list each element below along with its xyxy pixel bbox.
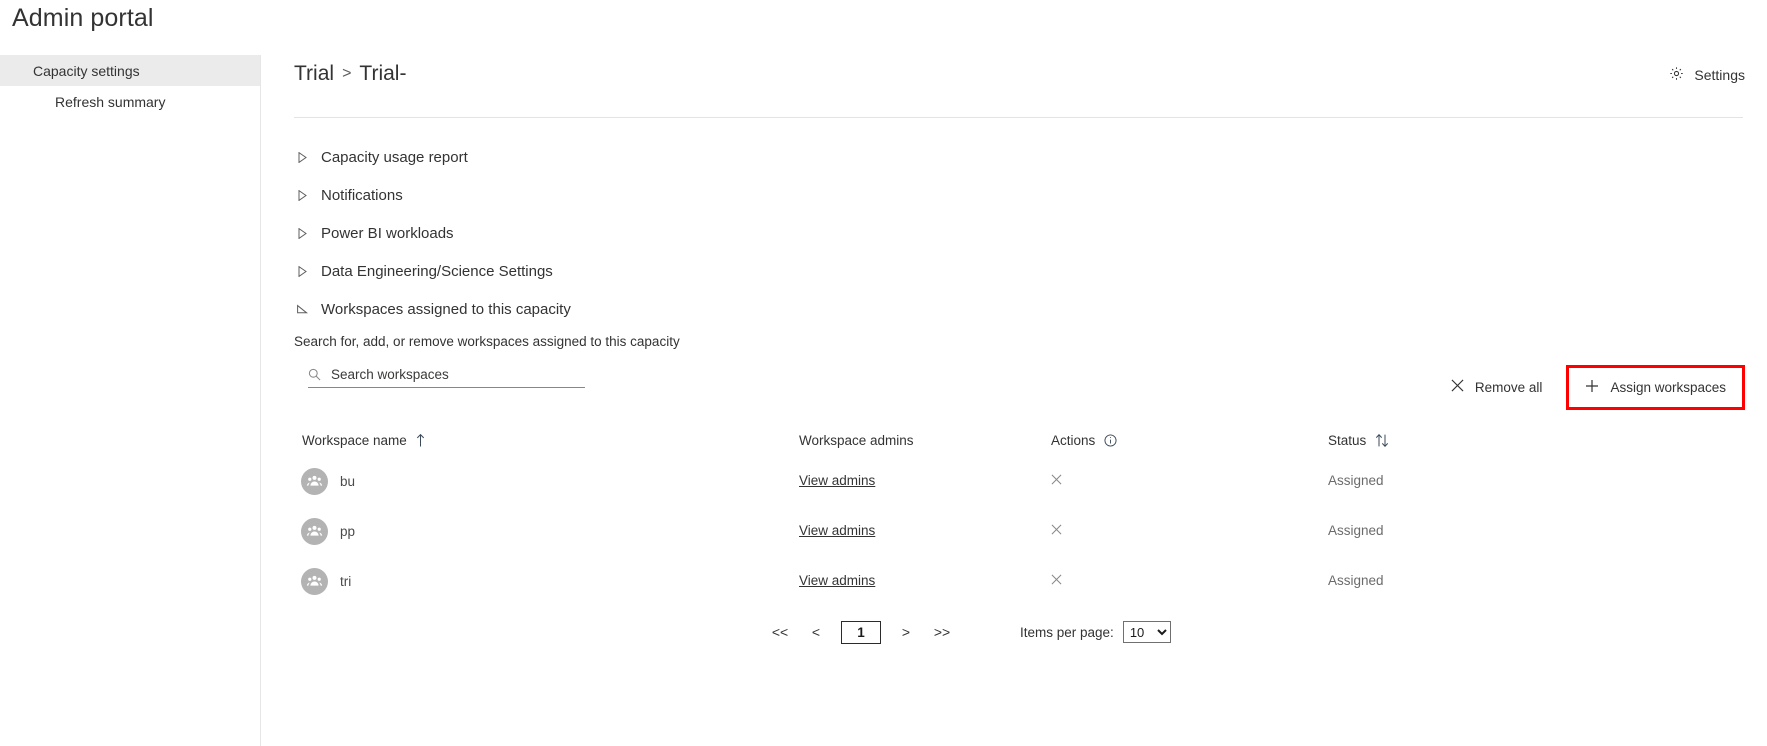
gear-icon	[1669, 66, 1684, 84]
view-admins-link[interactable]: View admins	[799, 573, 875, 588]
sidebar-item-label: Capacity settings	[33, 62, 140, 79]
cell-status: Assigned	[1328, 572, 1568, 590]
section-power-bi-workloads[interactable]: Power BI workloads	[261, 214, 1767, 252]
breadcrumb-item-current[interactable]: Trial-	[359, 62, 406, 86]
cell-workspace-admins: View admins	[799, 572, 1051, 590]
cell-status: Assigned	[1328, 522, 1568, 540]
cell-workspace-name: tri	[294, 567, 799, 595]
column-header-status[interactable]: Status	[1328, 433, 1568, 448]
column-header-workspace-name[interactable]: Workspace name	[294, 433, 799, 448]
workspace-name-label: bu	[340, 473, 356, 489]
section-label: Data Engineering/Science Settings	[321, 262, 553, 280]
plus-icon	[1585, 379, 1599, 396]
remove-workspace-button[interactable]	[1051, 473, 1062, 489]
last-page-button[interactable]: >>	[924, 623, 960, 641]
group-icon	[301, 467, 328, 495]
breadcrumb-separator-icon: >	[342, 65, 352, 82]
column-label: Status	[1328, 432, 1367, 448]
header-bar: Trial > Trial- Settings	[261, 55, 1767, 118]
column-header-actions[interactable]: Actions	[1051, 433, 1328, 448]
section-label: Workspaces assigned to this capacity	[321, 300, 571, 318]
pagination: << < 1 > >> Items per page: 102050100	[294, 610, 1767, 654]
breadcrumb-item-trial[interactable]: Trial	[294, 62, 334, 86]
chevron-right-icon	[294, 225, 310, 241]
remove-all-label: Remove all	[1474, 379, 1543, 395]
column-label: Actions	[1051, 432, 1096, 448]
chevron-right-icon	[294, 187, 310, 203]
workspace-name-label: pp	[340, 523, 356, 539]
status-badge: Assigned	[1328, 573, 1384, 588]
column-label: Workspace admins	[799, 432, 914, 448]
cell-workspace-name: bu	[294, 467, 799, 495]
items-per-page-select[interactable]: 102050100	[1122, 621, 1171, 643]
next-page-button[interactable]: >	[888, 623, 924, 641]
group-icon	[301, 567, 328, 595]
sidebar: Capacity settings Refresh summary	[0, 55, 261, 746]
section-data-engineering-science-settings[interactable]: Data Engineering/Science Settings	[261, 252, 1767, 290]
admin-portal-page: Admin portal Capacity settings Refresh s…	[0, 0, 1767, 746]
group-icon	[301, 517, 328, 545]
items-per-page-label: Items per page:	[1020, 624, 1114, 640]
section-label: Notifications	[321, 186, 403, 204]
assign-workspaces-label: Assign workspaces	[1610, 379, 1726, 395]
view-admins-link[interactable]: View admins	[799, 523, 875, 538]
first-page-button[interactable]: <<	[762, 623, 798, 641]
breadcrumb: Trial > Trial-	[294, 62, 406, 86]
sidebar-item-refresh-summary[interactable]: Refresh summary	[0, 86, 260, 117]
column-header-workspace-admins[interactable]: Workspace admins	[799, 433, 1051, 448]
workspaces-description: Search for, add, or remove workspaces as…	[294, 334, 680, 349]
status-badge: Assigned	[1328, 473, 1384, 488]
section-label: Power BI workloads	[321, 224, 454, 242]
column-label: Workspace name	[302, 432, 407, 448]
cell-actions	[1051, 572, 1328, 590]
workspace-name-label: tri	[340, 573, 352, 589]
main-content: Trial > Trial- Settings Capacity usage r…	[261, 55, 1767, 746]
settings-sections: Capacity usage report Notifications Powe…	[261, 138, 1767, 654]
cell-workspace-admins: View admins	[799, 472, 1051, 490]
info-icon[interactable]	[1104, 433, 1117, 447]
toolbar-actions: Remove all Assign workspaces	[1437, 360, 1745, 414]
sort-updown-icon	[1375, 433, 1389, 447]
table-header-row: Workspace name Workspace admins Actions	[294, 424, 1767, 456]
sidebar-item-capacity-settings[interactable]: Capacity settings	[0, 55, 260, 86]
section-workspaces-assigned[interactable]: Workspaces assigned to this capacity	[261, 290, 1767, 328]
prev-page-button[interactable]: <	[798, 623, 834, 641]
cell-workspace-admins: View admins	[799, 522, 1051, 540]
remove-workspace-button[interactable]	[1051, 523, 1062, 539]
workspaces-table: Workspace name Workspace admins Actions	[294, 424, 1767, 654]
sidebar-item-label: Refresh summary	[55, 93, 166, 110]
chevron-right-icon	[294, 263, 310, 279]
section-capacity-usage-report[interactable]: Capacity usage report	[261, 138, 1767, 176]
search-icon	[308, 368, 321, 381]
remove-all-button[interactable]: Remove all	[1437, 368, 1557, 406]
header-divider	[294, 117, 1743, 118]
page-title: Admin portal	[12, 4, 154, 32]
cell-actions	[1051, 522, 1328, 540]
chevron-right-icon	[294, 149, 310, 165]
arrow-up-icon	[416, 433, 425, 447]
table-row[interactable]: pp View admins Assigned	[294, 506, 1767, 556]
cell-status: Assigned	[1328, 472, 1568, 490]
settings-label: Settings	[1694, 67, 1745, 83]
workspaces-panel: Search for, add, or remove workspaces as…	[261, 334, 1767, 654]
table-row[interactable]: bu View admins Assigned	[294, 456, 1767, 506]
view-admins-link[interactable]: View admins	[799, 473, 875, 488]
remove-workspace-button[interactable]	[1051, 573, 1062, 589]
current-page-indicator[interactable]: 1	[841, 620, 881, 644]
assign-workspaces-highlight: Assign workspaces	[1566, 364, 1745, 410]
search-input[interactable]	[331, 367, 585, 382]
settings-button[interactable]: Settings	[1669, 66, 1745, 84]
assign-workspaces-button[interactable]: Assign workspaces	[1585, 379, 1726, 396]
workspaces-toolbar: Remove all Assign workspaces	[294, 360, 1767, 414]
close-icon	[1451, 379, 1464, 395]
chevron-down-icon	[294, 301, 310, 317]
section-notifications[interactable]: Notifications	[261, 176, 1767, 214]
cell-workspace-name: pp	[294, 517, 799, 545]
status-badge: Assigned	[1328, 523, 1384, 538]
table-row[interactable]: tri View admins Assigned	[294, 556, 1767, 606]
search-container	[308, 367, 585, 388]
cell-actions	[1051, 472, 1328, 490]
section-label: Capacity usage report	[321, 148, 468, 166]
